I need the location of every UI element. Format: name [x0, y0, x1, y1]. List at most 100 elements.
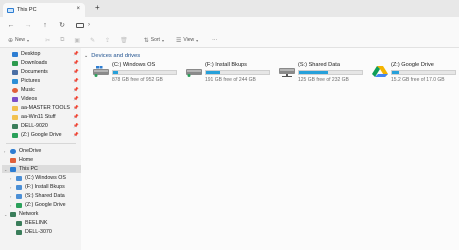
drive-usage-bar — [112, 70, 177, 75]
paste-button[interactable]: ▣ — [74, 37, 82, 44]
folder-icon — [12, 114, 18, 120]
tab-title: This PC — [17, 7, 37, 13]
collapse-chevron-icon[interactable]: ⌄ — [4, 212, 7, 217]
drive-usage-fill — [113, 71, 119, 74]
pin-icon: 📌 — [73, 78, 79, 83]
computer-icon — [10, 166, 16, 172]
chevron-down-icon: ▾ — [27, 37, 30, 43]
expand-chevron-icon[interactable]: › — [10, 176, 11, 181]
rename-icon: ✎ — [90, 37, 96, 44]
drive-tile-s[interactable]: (S:) Shared Data 125 GB free of 232 GB — [279, 62, 365, 86]
drive-tile-z[interactable]: (Z:) Google Drive 15.2 GB free of 17.0 G… — [372, 62, 458, 86]
sidebar-item-label: Desktop — [21, 51, 41, 57]
share-button[interactable]: ⇪ — [105, 37, 112, 44]
back-button[interactable]: ← — [5, 22, 17, 29]
sidebar-item-beelink[interactable]: BEELINK — [16, 219, 47, 227]
sidebar-item-home[interactable]: Home — [4, 156, 33, 164]
sidebar-item-this-pc[interactable]: ⌄ This PC — [2, 165, 81, 173]
forward-button[interactable]: → — [22, 22, 34, 29]
drive-free-space: 878 GB free of 952 GB — [112, 77, 163, 83]
sidebar-item-dell-3070[interactable]: DELL-3070 — [16, 228, 52, 236]
sidebar-item-pictures[interactable]: Pictures 📌 — [12, 77, 79, 85]
tab-this-pc[interactable]: This PC × — [3, 3, 85, 17]
sidebar-item-desktop[interactable]: Desktop 📌 — [12, 50, 79, 58]
sidebar-item-label: aa-MASTER TOOLS — [21, 105, 70, 111]
sidebar-item-drive-z[interactable]: › (Z:) Google Drive — [10, 201, 66, 209]
drive-name: (Z:) Google Drive — [391, 62, 434, 68]
pin-icon: 📌 — [73, 51, 79, 56]
breadcrumb-chevron-icon[interactable]: › — [88, 22, 90, 28]
drive-usage-bar — [391, 70, 456, 75]
share-icon: ⇪ — [105, 37, 111, 44]
new-tab-button[interactable]: + — [95, 3, 100, 12]
collapse-chevron-icon[interactable]: ⌄ — [4, 167, 7, 172]
drive-usage-fill — [299, 71, 328, 74]
devices-and-drives-header[interactable]: ⌄ Devices and drives — [84, 53, 140, 59]
sidebar-item-downloads[interactable]: Downloads 📌 — [12, 59, 79, 67]
sidebar-item-onedrive[interactable]: › OneDrive — [4, 147, 41, 155]
more-icon: ··· — [212, 37, 218, 43]
paste-icon: ▣ — [74, 37, 81, 44]
music-icon — [12, 87, 18, 93]
sidebar-item-aa-win11-stuff[interactable]: aa-Win11 Stuff 📌 — [12, 113, 79, 121]
network-pc-icon — [12, 123, 18, 129]
sort-label: Sort — [150, 37, 160, 43]
expand-chevron-icon[interactable]: › — [4, 149, 5, 154]
sidebar-item-music[interactable]: Music 📌 — [12, 86, 79, 94]
expand-chevron-icon[interactable]: › — [10, 203, 11, 208]
sidebar-item-drive-s[interactable]: › (S:) Shared Data — [10, 192, 65, 200]
sidebar-item-label: (Z:) Google Drive — [21, 132, 62, 138]
sidebar-item-drive-f[interactable]: › (F:) Install Bkups — [10, 183, 65, 191]
sidebar-item-videos[interactable]: Videos 📌 — [12, 95, 79, 103]
folder-icon — [12, 105, 18, 111]
drive-name: (S:) Shared Data — [298, 62, 340, 68]
sidebar-item-google-drive-pinned[interactable]: (Z:) Google Drive 📌 — [12, 131, 79, 139]
sort-button[interactable]: ⇅ Sort ▾ — [144, 37, 166, 44]
sidebar-item-dell-9020[interactable]: DELL-9020 📌 — [12, 122, 79, 130]
sidebar-item-label: (C:) Windows OS — [25, 175, 66, 181]
sidebar-divider — [6, 143, 76, 144]
sidebar-item-drive-c[interactable]: › (C:) Windows OS — [10, 174, 66, 182]
collapse-chevron-icon: ⌄ — [84, 53, 89, 59]
sidebar-item-label: DELL-3070 — [25, 229, 52, 235]
view-button[interactable]: ☰ View ▾ — [176, 37, 200, 44]
cloud-icon — [10, 148, 16, 154]
up-button[interactable]: ↑ — [39, 22, 51, 29]
expand-chevron-icon[interactable]: › — [10, 194, 11, 199]
computer-icon[interactable] — [76, 22, 84, 28]
drive-tile-f[interactable]: (F:) Install Bkups 191 GB free of 244 GB — [186, 62, 272, 86]
expand-chevron-icon[interactable]: › — [10, 185, 11, 190]
pictures-icon — [12, 78, 18, 84]
rename-button[interactable]: ✎ — [90, 37, 97, 44]
sidebar-item-label: This PC — [19, 166, 38, 172]
new-button[interactable]: ⊕ New ▾ — [8, 37, 31, 44]
drive-tile-c[interactable]: (C:) Windows OS 878 GB free of 952 GB — [93, 62, 179, 86]
refresh-button[interactable]: ↻ — [56, 21, 68, 29]
delete-button[interactable]: 🗑 — [120, 37, 130, 44]
sidebar-item-aa-master-tools[interactable]: aa-MASTER TOOLS 📌 — [12, 104, 79, 112]
pin-icon: 📌 — [73, 96, 79, 101]
sidebar-item-network[interactable]: ⌄ Network — [4, 210, 38, 218]
sidebar-item-documents[interactable]: Documents 📌 — [12, 68, 79, 76]
view-icon: ☰ — [175, 37, 182, 44]
cut-button[interactable]: ✂ — [45, 37, 52, 44]
sidebar-item-label: Network — [19, 211, 39, 217]
sidebar-item-label: Music — [21, 87, 35, 93]
pin-icon: 📌 — [73, 105, 79, 110]
more-options-button[interactable]: ··· — [212, 37, 217, 43]
sidebar-item-label: (F:) Install Bkups — [25, 184, 65, 190]
google-drive-icon — [12, 132, 18, 138]
copy-button[interactable]: ⧉ — [60, 37, 66, 44]
sidebar-item-label: OneDrive — [19, 148, 42, 154]
drive-usage-bar — [298, 70, 363, 75]
sidebar-item-label: (Z:) Google Drive — [25, 202, 66, 208]
documents-icon — [12, 69, 18, 75]
tab-close-button[interactable]: × — [76, 6, 80, 12]
this-pc-icon — [7, 7, 14, 13]
drive-usage-fill — [392, 71, 399, 74]
drive-name: (C:) Windows OS — [112, 62, 156, 68]
videos-icon — [12, 96, 18, 102]
home-icon — [10, 157, 16, 163]
drive-free-space: 15.2 GB free of 17.0 GB — [391, 77, 445, 83]
drive-free-space: 191 GB free of 244 GB — [205, 77, 256, 83]
